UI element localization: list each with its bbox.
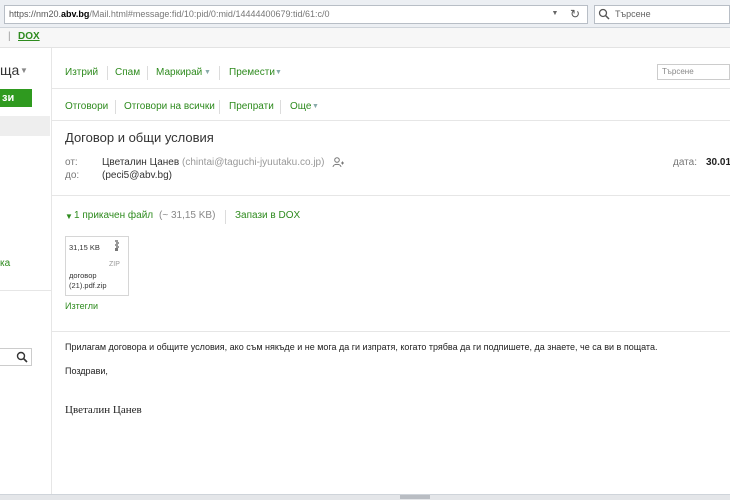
compose-button[interactable]: зи — [0, 89, 32, 107]
toolbar-divider — [219, 66, 220, 80]
message-subject: Договор и общи условия — [65, 130, 214, 145]
attachment-file-size: 31,15 KB — [69, 243, 100, 252]
toolbar-divider — [147, 66, 148, 80]
toolbar-divider — [219, 100, 220, 114]
more-button[interactable]: Още — [290, 101, 311, 112]
search-icon — [598, 8, 610, 20]
mark-button[interactable]: Маркирай — [156, 67, 202, 78]
save-to-dox-link[interactable]: Запази в DOX — [235, 210, 300, 221]
browser-search-input[interactable]: Търсене — [594, 5, 730, 24]
attachment-count[interactable]: 1 прикачен файл — [74, 210, 153, 221]
sidebar-link[interactable]: ка — [0, 258, 10, 269]
add-contact-icon[interactable] — [332, 156, 344, 168]
dox-link[interactable]: DOX — [18, 31, 40, 42]
toolbar-divider — [115, 100, 116, 114]
message-search-input[interactable]: Търсене — [657, 64, 730, 80]
attachment-filename-line2: (21).pdf.zip — [69, 281, 107, 290]
recipient-email[interactable]: (peci5@abv.bg) — [102, 170, 172, 181]
sender-name[interactable]: Цветалин Цанев — [102, 157, 179, 168]
attachment-filename-line1: договор — [69, 271, 97, 280]
scrollbar-thumb[interactable] — [400, 495, 430, 499]
url-path: /Mail.html#message:fid/10:pid/0:mid/1444… — [89, 9, 330, 19]
sender-email[interactable]: (chintai@taguchi-jyuutaku.co.jp) — [182, 157, 324, 168]
to-label: до: — [65, 170, 80, 181]
chevron-down-icon[interactable]: ▼ — [20, 66, 28, 75]
sidebar-divider — [0, 290, 52, 291]
divider — [52, 88, 730, 89]
zip-file-icon: ZIP — [109, 240, 120, 268]
divider — [52, 195, 730, 196]
file-type-label: ZIP — [109, 261, 120, 268]
search-icon[interactable] — [16, 351, 28, 363]
folder-title: ща — [0, 62, 20, 78]
move-button[interactable]: Премести — [229, 67, 275, 78]
attachment-total-size: (~ 31,15 KB) — [159, 210, 216, 221]
app-top-bar — [0, 28, 730, 48]
reply-button[interactable]: Отговори — [65, 101, 108, 112]
dropdown-arrow-icon[interactable]: ▼ — [548, 6, 562, 22]
url-domain: abv.bg — [61, 9, 90, 19]
delete-button[interactable]: Изтрий — [65, 67, 98, 78]
download-link[interactable]: Изтегли — [65, 301, 98, 311]
reload-icon[interactable]: ↻ — [566, 6, 584, 22]
forward-button[interactable]: Препрати — [229, 101, 274, 112]
reply-all-button[interactable]: Отговори на всички — [124, 101, 215, 112]
spam-button[interactable]: Спам — [115, 67, 140, 78]
url-field[interactable]: https://nm20.abv.bg/Mail.html#message:fi… — [4, 5, 588, 24]
chevron-down-icon: ▼ — [312, 103, 319, 110]
divider — [52, 120, 730, 121]
toolbar-divider — [107, 66, 108, 80]
message-body-paragraph: Прилагам договора и общите условия, ако … — [65, 342, 658, 352]
collapse-icon[interactable]: ▼ — [65, 212, 73, 221]
horizontal-scrollbar[interactable] — [0, 494, 730, 500]
divider — [52, 331, 730, 332]
message-signature: Цветалин Цанев — [65, 404, 142, 416]
top-separator: | — [8, 31, 11, 42]
message-greeting: Поздрави, — [65, 366, 108, 376]
sidebar-item-active[interactable] — [0, 116, 50, 136]
url-prefix: https://nm20. — [9, 9, 62, 19]
chevron-down-icon: ▼ — [204, 69, 211, 76]
from-label: от: — [65, 157, 78, 168]
date-label: дата: — [673, 157, 697, 168]
toolbar-divider — [280, 100, 281, 114]
chevron-down-icon: ▼ — [275, 69, 282, 76]
divider — [225, 210, 226, 224]
message-date: 30.01 — [706, 157, 730, 168]
